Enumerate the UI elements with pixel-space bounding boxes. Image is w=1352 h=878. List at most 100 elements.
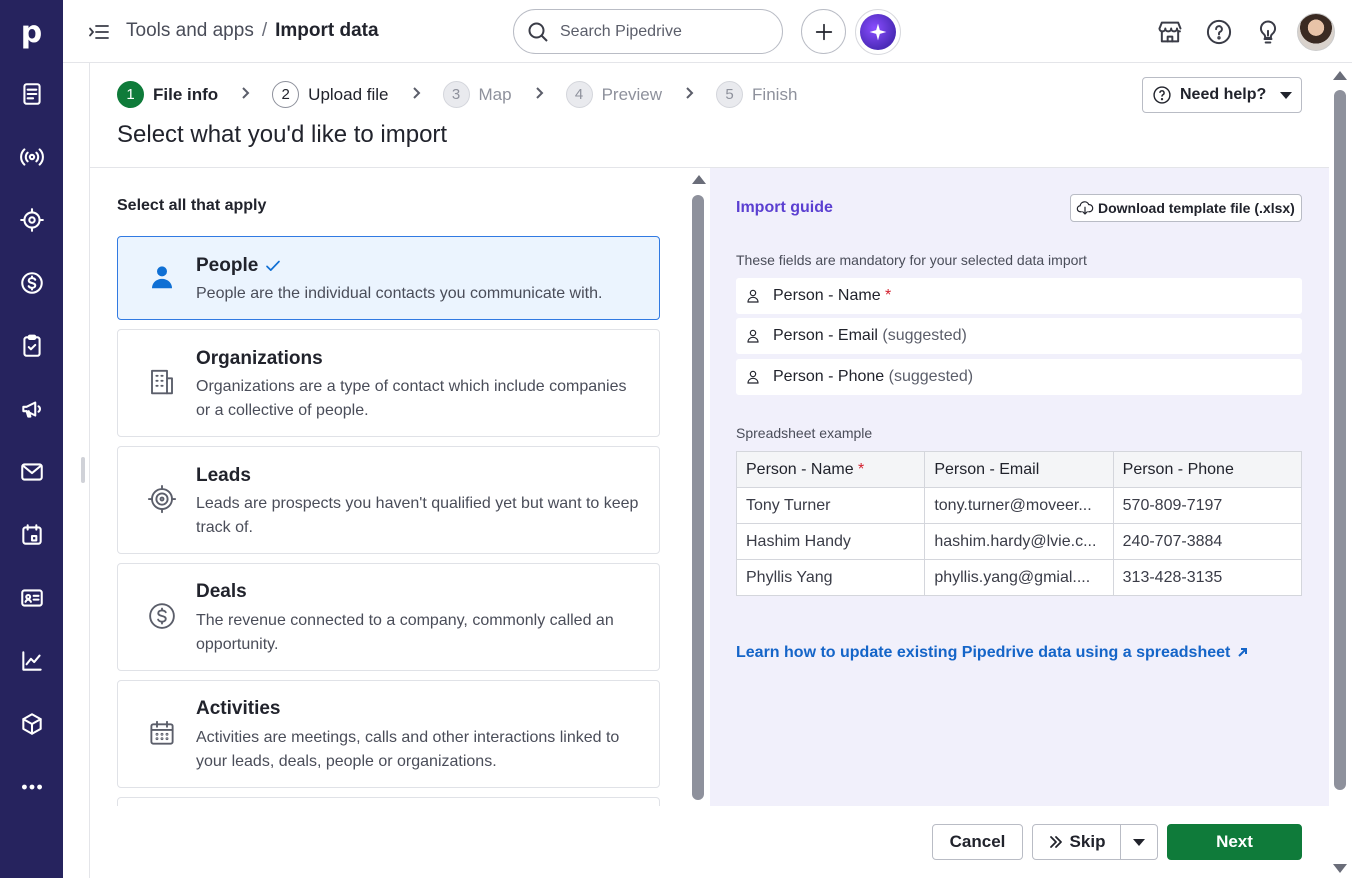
table-cell: phyllis.yang@gmial....	[924, 559, 1114, 596]
breadcrumb-tools-and-apps[interactable]: Tools and apps	[126, 20, 254, 42]
step-label: Upload file	[308, 84, 389, 104]
table-cell: tony.turner@moveer...	[924, 487, 1114, 524]
import-guide-panel: Import guide Download template file (.xl…	[710, 168, 1329, 806]
sidebar-resize-handle[interactable]	[81, 457, 85, 483]
next-button[interactable]: Next	[1167, 824, 1302, 860]
mandatory-fields-text: These fields are mandatory for your sele…	[736, 252, 1087, 268]
external-link-icon	[1238, 648, 1248, 657]
search-box[interactable]	[513, 9, 783, 54]
download-template-button[interactable]: Download template file (.xlsx)	[1070, 194, 1302, 222]
box-icon[interactable]	[0, 702, 63, 746]
scroll-up-arrow-icon[interactable]	[1333, 71, 1347, 80]
table-cell: 240-707-3884	[1112, 523, 1303, 560]
required-asterisk: *	[858, 460, 865, 478]
megaphone-icon[interactable]	[0, 387, 63, 431]
breadcrumb: Tools and apps / Import data	[126, 20, 379, 42]
chevron-right-icon	[409, 84, 423, 105]
help-circle-icon	[1153, 86, 1171, 104]
list-scrollbar[interactable]	[692, 172, 706, 802]
content-divider	[89, 63, 90, 878]
add-button[interactable]	[801, 9, 846, 54]
table-cell: 313-428-3135	[1112, 559, 1303, 596]
step-number: 4	[565, 81, 593, 108]
need-help-label: Need help?	[1180, 86, 1267, 103]
field-label: Person - Phone	[773, 368, 885, 385]
dollar-icon[interactable]	[0, 261, 63, 305]
ai-assistant-button[interactable]	[855, 9, 901, 55]
table-header: Person - Phone	[1112, 451, 1303, 488]
table-cell: Hashim Handy	[735, 523, 926, 560]
card-title: Leads	[196, 465, 251, 487]
calendar-icon[interactable]	[0, 513, 63, 557]
card-title-text: Deals	[196, 581, 247, 602]
scroll-up-arrow-icon[interactable]	[692, 175, 706, 184]
scrollbar-thumb[interactable]	[1334, 90, 1346, 790]
table-header: Person - Email	[924, 451, 1114, 488]
table-row: Phyllis Yang phyllis.yang@gmial.... 313-…	[735, 559, 1303, 596]
skip-button[interactable]: Skip	[1032, 824, 1121, 860]
search-input[interactable]	[560, 22, 760, 41]
card-description: Organizations are a type of contact whic…	[196, 378, 627, 419]
building-icon	[147, 367, 177, 397]
menu-toggle-icon[interactable]	[87, 20, 111, 44]
chevron-right-icon	[532, 84, 546, 105]
clipboard-check-icon[interactable]	[0, 324, 63, 368]
person-outline-icon	[747, 370, 759, 384]
step-label: Preview	[601, 84, 663, 104]
card-partial[interactable]	[117, 797, 660, 806]
spreadsheet-example-table: Person - Name * Person - Email Person - …	[735, 451, 1303, 596]
step-number: 3	[442, 81, 470, 108]
skip-options-dropdown[interactable]	[1120, 824, 1158, 860]
card-description: People are the individual contacts you c…	[196, 285, 603, 302]
double-chevron-right-icon	[1049, 836, 1062, 848]
learn-update-link-text[interactable]: Learn how to update existing Pipedrive d…	[736, 644, 1230, 662]
table-header-row: Person - Name * Person - Email Person - …	[735, 451, 1303, 488]
contacts-card-icon[interactable]	[0, 576, 63, 620]
card-leads[interactable]: Leads Leads are prospects you haven't qu…	[117, 446, 660, 554]
download-template-label: Download template file (.xlsx)	[1098, 200, 1295, 216]
card-title: Activities	[196, 698, 280, 720]
target-icon	[147, 484, 177, 514]
field-label: Person - Email	[773, 327, 878, 344]
card-title-text: Activities	[196, 698, 281, 719]
marketplace-icon[interactable]	[1156, 18, 1184, 46]
mandatory-field-name: Person - Name *	[736, 278, 1302, 314]
card-title: People	[196, 255, 282, 277]
pipedrive-logo[interactable]: p	[0, 10, 63, 54]
step-number: 1	[117, 81, 144, 108]
card-deals[interactable]: Deals The revenue connected to a company…	[117, 563, 660, 671]
lightbulb-icon[interactable]	[1254, 18, 1282, 46]
breadcrumb-current: Import data	[275, 20, 379, 41]
help-icon[interactable]	[1205, 18, 1233, 46]
step-preview: 4 Preview	[565, 81, 663, 108]
broadcast-icon[interactable]	[0, 135, 63, 179]
mandatory-field-phone: Person - Phone (suggested)	[736, 359, 1302, 395]
breadcrumb-separator: /	[261, 20, 268, 41]
table-row: Hashim Handy hashim.hardy@lvie.c... 240-…	[735, 523, 1303, 560]
cancel-button[interactable]: Cancel	[932, 824, 1023, 860]
scrollbar-thumb[interactable]	[692, 195, 704, 800]
step-upload-file: 2 Upload file	[272, 81, 389, 108]
leads-inbox-icon[interactable]	[0, 72, 63, 116]
table-cell: hashim.hardy@lvie.c...	[924, 523, 1114, 560]
mail-icon[interactable]	[0, 450, 63, 494]
table-cell: Phyllis Yang	[735, 559, 926, 596]
learn-update-link[interactable]: Learn how to update existing Pipedrive d…	[736, 644, 1248, 662]
person-outline-icon	[747, 329, 759, 343]
import-stepper: 1 File info 2 Upload file 3 Map 4 Previe…	[117, 81, 797, 108]
scroll-down-arrow-icon[interactable]	[1333, 864, 1347, 873]
more-icon[interactable]	[0, 765, 63, 809]
chevron-right-icon	[238, 84, 252, 105]
plus-icon	[815, 23, 832, 40]
page-scrollbar[interactable]	[1333, 68, 1347, 878]
target-icon[interactable]	[0, 198, 63, 242]
skip-label: Skip	[1069, 832, 1106, 851]
dollar-icon	[147, 601, 177, 631]
card-activities[interactable]: Activities Activities are meetings, call…	[117, 680, 660, 788]
user-avatar[interactable]	[1297, 13, 1335, 51]
chart-icon[interactable]	[0, 639, 63, 683]
card-organizations[interactable]: Organizations Organizations are a type o…	[117, 329, 660, 437]
need-help-dropdown[interactable]: Need help?	[1142, 77, 1302, 113]
card-people[interactable]: People People are the individual contact…	[117, 236, 660, 320]
step-label: Finish	[752, 84, 798, 104]
